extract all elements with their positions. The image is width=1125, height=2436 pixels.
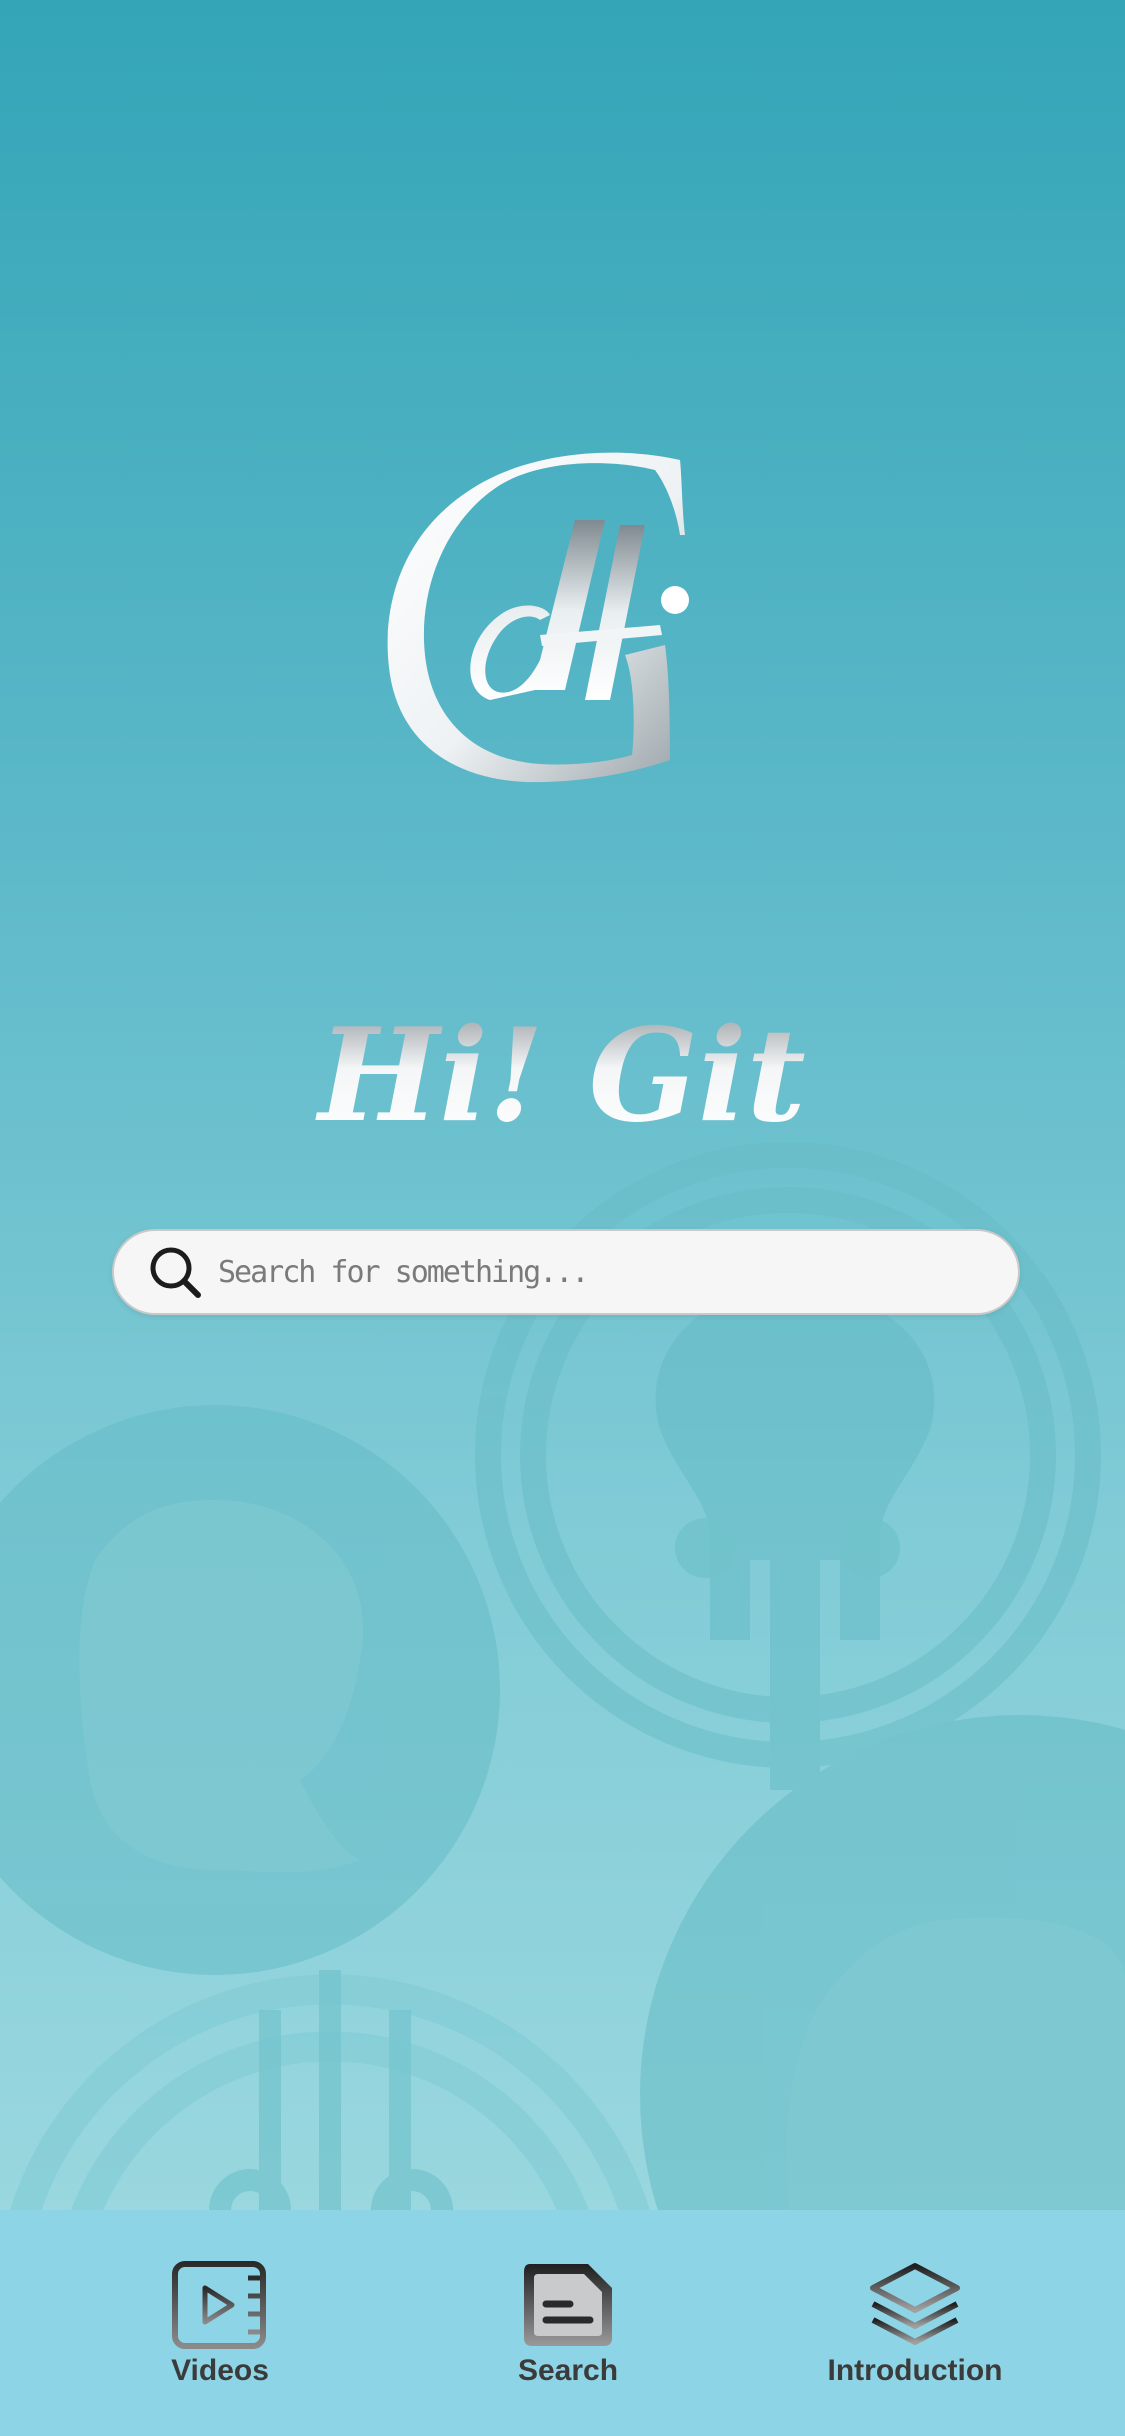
tab-introduction-label: Introduction — [827, 2354, 1003, 2387]
search-icon — [150, 1247, 201, 1298]
bottom-tab-bar: Videos Search Introduction — [0, 2210, 1125, 2436]
document-search-icon — [524, 2264, 612, 2346]
app-logo-icon — [387, 452, 689, 783]
tab-videos[interactable]: Videos — [90, 2210, 350, 2436]
play-video-icon — [172, 2261, 266, 2349]
tab-search[interactable]: Search — [438, 2210, 698, 2436]
tab-videos-label: Videos — [171, 2354, 269, 2387]
app-wordmark: Hi! Git — [300, 980, 825, 1180]
search-input[interactable] — [218, 1242, 1018, 1302]
home-screen: Hi! Git Videos — [0, 0, 1125, 2436]
wordmark-text: Hi! Git — [315, 1001, 805, 1151]
tab-introduction[interactable]: Introduction — [785, 2210, 1045, 2436]
layers-icon — [870, 2263, 960, 2345]
search-bar[interactable] — [112, 1229, 1020, 1315]
tab-search-label: Search — [517, 2354, 619, 2387]
background-illustration — [0, 1142, 1125, 2436]
